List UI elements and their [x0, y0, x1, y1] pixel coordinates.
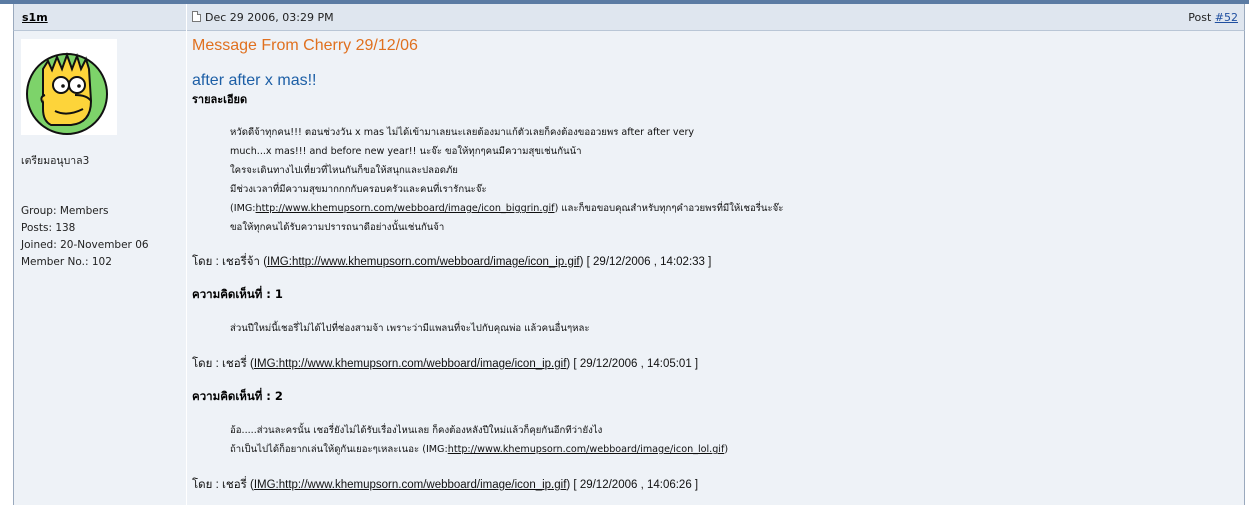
user-group: Group: Members	[21, 205, 109, 217]
img-suffix: )	[724, 444, 729, 455]
comment-heading: ความคิดเห็นที่ : 2	[192, 389, 283, 403]
post-date-wrap: Dec 29 2006, 03:29 PM	[192, 11, 334, 24]
body-line: มีช่วงเวลาที่มีความสุขมากกกกับครอบครัวแล…	[230, 184, 487, 195]
comment-byline-link[interactable]: IMG:http://www.khemupsorn.com/webboard/i…	[254, 358, 567, 370]
comment-byline-link[interactable]: IMG:http://www.khemupsorn.com/webboard/i…	[254, 479, 567, 491]
body-line: ใครจะเดินทางไปเที่ยวที่ไหนกันก็ขอให้สนุก…	[230, 165, 458, 176]
user-info-column: เตรียมอนุบาล3 Group: Members Posts: 138 …	[13, 31, 186, 505]
comment-heading: ความคิดเห็นที่ : 1	[192, 287, 283, 301]
comment-byline-url: http://www.khemupsorn.com/webboard/image…	[278, 479, 567, 491]
comment-byline: โดย : เชอรี่ (IMG:http://www.khemupsorn.…	[192, 479, 699, 491]
comment-line: ส่วนปีใหม่นี้เชอรี่ไม่ได้ไปที่ช่องสามจ้า…	[230, 323, 590, 334]
byline-prefix: โดย : เชอรี่จ้า	[192, 256, 264, 268]
user-joined: Joined: 20-November 06	[21, 239, 149, 251]
img-suffix: ) และก็ขอขอบคุณสำหรับทุกๆคำอวยพรที่มีให้…	[554, 203, 784, 214]
author-link[interactable]: s1m	[22, 11, 48, 24]
message-byline: โดย : เชอรี่จ้า (IMG:http://www.khemupso…	[192, 256, 712, 268]
comment-byline-prefix: โดย : เชอรี่	[192, 479, 250, 491]
img-prefix: (IMG:	[230, 203, 256, 214]
message-subject: after after x mas!!	[192, 72, 317, 89]
comment-line-text: ถ้าเป็นไปได้ก็อยากเล่นให้ดูกันเยอะๆเหละเ…	[230, 444, 448, 455]
byline-date: ) [ 29/12/2006 , 14:02:33 ]	[579, 256, 712, 268]
avatar-bart-icon	[26, 52, 108, 135]
comment-byline-url: http://www.khemupsorn.com/webboard/image…	[278, 358, 567, 370]
comment-byline: โดย : เชอรี่ (IMG:http://www.khemupsorn.…	[192, 358, 699, 370]
image-link[interactable]: http://www.khemupsorn.com/webboard/image…	[448, 444, 725, 455]
message-title: Message From Cherry 29/12/06	[192, 37, 418, 54]
post-label: Post	[1188, 11, 1215, 24]
post-number: Post #52	[1188, 11, 1238, 24]
byline-img-label: IMG:	[253, 358, 279, 370]
user-member-no: Member No.: 102	[21, 256, 112, 268]
author-header: s1m	[13, 4, 186, 31]
comment-line-with-link: ถ้าเป็นไปได้ก็อยากเล่นให้ดูกันเยอะๆเหละเ…	[230, 442, 728, 457]
forum-post: s1m Dec 29 2006, 03:29 PM Post #52 เตรีย…	[0, 0, 1249, 505]
post-header: Dec 29 2006, 03:29 PM Post #52	[187, 4, 1245, 31]
body-line: ขอให้ทุกคนได้รับความปรารถนาดีอย่างนั้นเช…	[230, 222, 445, 233]
post-date: Dec 29 2006, 03:29 PM	[205, 11, 334, 24]
avatar	[21, 39, 117, 135]
user-title: เตรียมอนุบาล3	[21, 155, 90, 167]
user-posts: Posts: 138	[21, 222, 76, 234]
image-link[interactable]: http://www.khemupsorn.com/webboard/image…	[256, 203, 555, 214]
detail-label: รายละเอียด	[192, 93, 248, 106]
byline-img-label: IMG:	[267, 256, 292, 268]
body-line: much...x mas!!! and before new year!! นะ…	[230, 146, 582, 157]
comment-byline-date: ) [ 29/12/2006 , 14:06:26 ]	[566, 479, 699, 491]
post-content-column: Message From Cherry 29/12/06 after after…	[187, 31, 1245, 505]
byline-link-url: http://www.khemupsorn.com/webboard/image…	[291, 256, 580, 268]
byline-img-label: IMG:	[253, 479, 279, 491]
post-number-link[interactable]: #52	[1215, 11, 1238, 24]
body-line: หวัดดีจ้าทุกคน!!! ตอนช่วงวัน x mas ไม่ได…	[230, 127, 695, 138]
comment-byline-prefix: โดย : เชอรี่	[192, 358, 250, 370]
comment-byline-date: ) [ 29/12/2006 , 14:05:01 ]	[566, 358, 699, 370]
comment-line: อ้อ.....ส่วนละครนั้น เชอรี่ยังไม่ได้รับเ…	[230, 425, 603, 436]
page-icon	[192, 11, 201, 22]
byline-image-link[interactable]: IMG:http://www.khemupsorn.com/webboard/i…	[267, 256, 580, 268]
body-line-with-link: (IMG:http://www.khemupsorn.com/webboard/…	[230, 201, 783, 216]
